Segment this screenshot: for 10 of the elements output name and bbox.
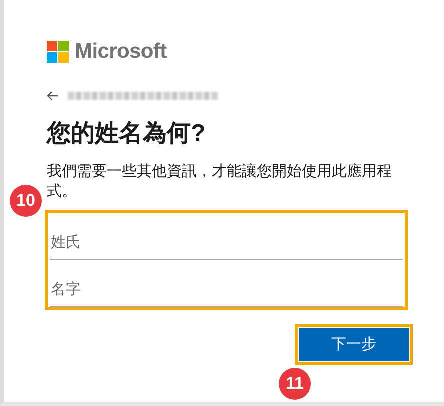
description-text: 我們需要一些其他資訊，才能讓您開始使用此應用程式。 [47,162,393,202]
brand-name: Microsoft [75,40,167,64]
step-badge: 11 [279,368,311,400]
next-button[interactable]: 下一步 [299,328,409,361]
input-field[interactable]: 姓氏 [50,213,403,260]
page-title: 您的姓名為何? [47,119,207,149]
step-badge: 10 [10,185,42,217]
input-field[interactable]: 名字 [50,260,403,307]
windows-logo-icon [47,41,69,63]
back-arrow-icon[interactable] [47,91,59,101]
